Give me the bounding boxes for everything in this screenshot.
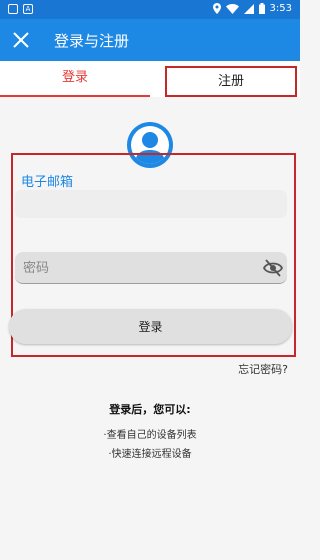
forgot-password-link[interactable]: 忘记密码? — [238, 361, 288, 377]
eye-off-icon — [262, 259, 284, 277]
notification-box-icon — [8, 4, 18, 14]
password-visibility-toggle[interactable] — [262, 259, 284, 277]
after-login-item: ·查看自己的设备列表 — [103, 430, 197, 441]
wifi-icon — [225, 3, 239, 14]
a-badge-icon: A — [23, 4, 33, 14]
email-label: 电子邮箱 — [21, 175, 74, 190]
status-bar: A 3:53 — [0, 0, 300, 19]
close-button[interactable] — [10, 29, 32, 51]
close-icon — [13, 32, 29, 48]
app-bar: 登录与注册 — [0, 19, 300, 61]
tab-register[interactable]: 注册 — [165, 66, 297, 97]
tab-bar: 登录 注册 — [0, 61, 300, 97]
password-field-wrapper — [15, 252, 287, 284]
after-login-item: ·快速连接远程设备 — [108, 449, 192, 460]
status-time: 3:53 — [269, 3, 292, 14]
email-field[interactable] — [15, 190, 287, 218]
tab-login[interactable]: 登录 — [0, 61, 150, 97]
signal-icon — [243, 3, 254, 14]
after-login-title: 登录后，您可以: — [109, 403, 191, 416]
page-title: 登录与注册 — [54, 32, 130, 50]
battery-icon — [258, 3, 265, 14]
login-button[interactable]: 登录 — [9, 309, 292, 344]
location-icon — [212, 3, 221, 14]
password-field[interactable] — [15, 252, 255, 283]
